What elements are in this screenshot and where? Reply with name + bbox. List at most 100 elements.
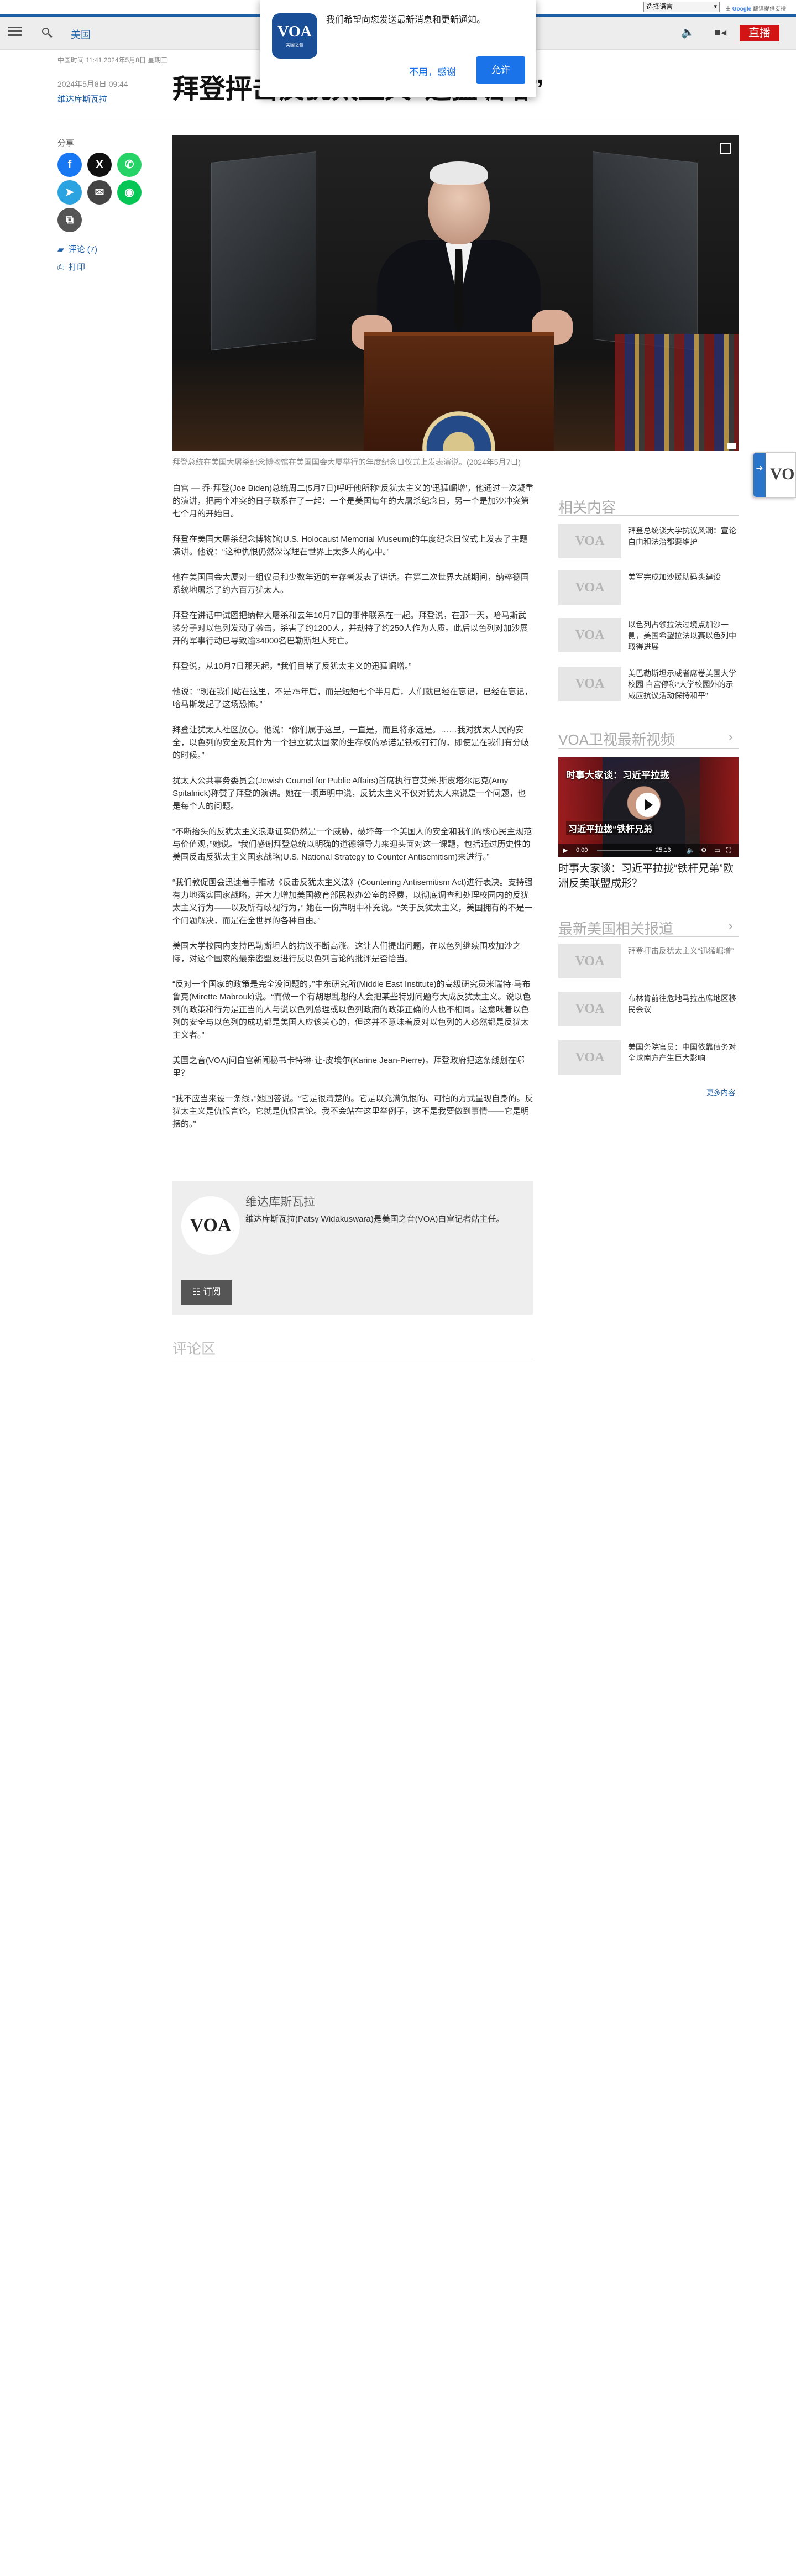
voa-logo: VOA	[770, 465, 795, 483]
video-banner: 时事大家谈：习近平拉拢	[566, 770, 669, 781]
paragraph: “我们敦促国会迅速着手推动《反击反犹太主义法》(Countering Antis…	[172, 878, 533, 925]
photo-caption: 拜登总统在美国大屠杀纪念博物馆在美国国会大厦举行的年度纪念日仪式上发表演说。(2…	[172, 458, 521, 467]
thumbnail: VOA	[558, 667, 621, 701]
paragraph: 美国之音(VOA)问白宫新闻秘书卡特琳·让-皮埃尔(Karine Jean-Pi…	[172, 1056, 525, 1078]
caption-toggle-icon[interactable]	[727, 443, 736, 449]
print-link[interactable]: ⎙ 打印	[57, 261, 85, 273]
fullscreen-icon[interactable]: ⛶	[726, 846, 731, 855]
video-heading[interactable]: VOA卫视最新视频	[558, 729, 675, 749]
floating-side-tab[interactable]: ➜ VOA	[753, 452, 796, 498]
video-progress[interactable]	[597, 850, 652, 851]
related-item[interactable]: VOA 拜登总统谈大学抗议风潮：宣论自由和法治都要维护	[558, 524, 739, 559]
video-banner-lower: 习近平拉拢“铁杆兄弟	[566, 821, 655, 835]
paragraph: 拜登在美国大屠杀纪念博物馆(U.S. Holocaust Memorial Mu…	[172, 535, 528, 557]
paragraph: 白宫 — 乔·拜登(Joe Biden)总统周二(5月7日)呼吁他所称“反犹太主…	[172, 484, 534, 519]
arrow-right-icon[interactable]: ➜	[753, 453, 766, 497]
comments-link[interactable]: ▰ 评论 (7)	[57, 243, 97, 255]
related-item-title: 拜登总统谈大学抗议风潮：宣论自由和法治都要维护	[628, 526, 736, 546]
translate-label: 翻译	[753, 6, 764, 12]
latest-heading[interactable]: 最新美国相关报道	[558, 918, 673, 938]
powered-suffix: 提供支持	[764, 6, 787, 12]
related-item-title: 美军完成加沙援助码头建设	[628, 573, 721, 582]
google-translate-credit[interactable]: 由 Google 翻译提供支持	[725, 4, 786, 12]
video-player[interactable]: 时事大家谈：习近平拉拢 习近平拉拢“铁杆兄弟 ▶ 0:00 25:13 🔈 ⚙ …	[558, 757, 739, 857]
publish-date: 2024年5月8日 09:44	[57, 80, 128, 88]
thumbnail: VOA	[558, 992, 621, 1026]
rss-icon: ☷	[192, 1287, 203, 1297]
dateline: 中国时间 11:41 2024年5月8日 星期三	[57, 56, 168, 64]
hero-photo	[172, 135, 739, 451]
volume-icon[interactable]: 🔈	[687, 846, 695, 854]
latest-item[interactable]: VOA 拜登抨击反犹太主义“迅猛崛增”	[558, 944, 739, 980]
related-divider	[558, 515, 739, 516]
print-icon: ⎙	[57, 263, 65, 272]
related-heading: 相关内容	[558, 499, 616, 516]
related-item-title: 以色列占领拉法过境点加沙一侧，美国希望拉法以赛以色列中取得进展	[628, 620, 736, 651]
live-button[interactable]: 直播	[740, 25, 779, 41]
facebook-share-icon[interactable]: f	[57, 153, 82, 177]
fullscreen-icon[interactable]	[720, 143, 731, 154]
comments-label: 评论 (7)	[68, 245, 98, 254]
video-camera-icon[interactable]: ■◂	[714, 25, 726, 39]
play-small-icon[interactable]: ▶	[563, 846, 568, 854]
push-notification-prompt: VOA 美国之音 我们希望向您发送最新消息和更新通知。 不用，感谢 允许	[260, 0, 536, 97]
video-divider	[558, 748, 739, 749]
paragraph: 他在美国国会大厦对一组议员和少数年迈的幸存者发表了讲话。在第二次世界大战期间，纳…	[172, 573, 530, 595]
paragraph: 拜登在讲话中试图把纳粹大屠杀和去年10月7日的事件联系在一起。拜登说，在那一天，…	[172, 611, 528, 646]
video-time-total: 25:13	[656, 847, 671, 854]
menu-icon[interactable]	[8, 27, 22, 39]
related-item[interactable]: VOA 美巴勒斯坦示威者席卷美国大学校园 白宫停称“大学校园外的示威应抗议活动保…	[558, 667, 739, 702]
whatsapp-share-icon[interactable]: ✆	[117, 153, 142, 177]
deny-button[interactable]: 不用，感谢	[409, 64, 456, 78]
subscribe-button[interactable]: ☷ 订阅	[181, 1280, 232, 1305]
section-link[interactable]: 美国	[71, 27, 91, 41]
comments-heading: 评论区	[172, 1341, 216, 1357]
pip-icon[interactable]: ▭	[714, 846, 720, 854]
latest-item[interactable]: VOA 美国务院官员：中国依靠债务对全球南方产生巨大影响	[558, 1040, 739, 1076]
author-bio: 维达库斯瓦拉(Patsy Widakuswara)是美国之音(VOA)白宫记者站…	[245, 1214, 505, 1224]
email-share-icon[interactable]: ✉	[87, 180, 112, 205]
related-item[interactable]: VOA 美军完成加沙援助码头建设	[558, 570, 739, 606]
paragraph: 他说：“现在我们站在这里，不是75年后，而是短短七个半月后，人们就已经在忘记，已…	[172, 687, 533, 709]
thumbnail: VOA	[558, 570, 621, 605]
chevron-right-icon[interactable]: ›	[729, 730, 732, 744]
paragraph: 美国大学校园内支持巴勒斯坦人的抗议不断高涨。这让人们提出问题，在以色列继续围攻加…	[172, 941, 521, 964]
language-select[interactable]: 选择语言	[643, 2, 720, 12]
video-controls: ▶ 0:00 25:13 🔈 ⚙ ▭ ⛶	[558, 844, 739, 857]
copy-link-icon[interactable]: ⧉	[57, 208, 82, 232]
x-share-icon[interactable]: X	[87, 153, 112, 177]
video-title[interactable]: 时事大家谈：习近平拉拢“铁杆兄弟”欧洲反美联盟成形？	[558, 861, 739, 891]
author-name[interactable]: 维达库斯瓦拉	[245, 1193, 315, 1210]
logo-subtext: 美国之音	[286, 43, 303, 48]
latest-divider	[558, 936, 739, 937]
latest-item[interactable]: VOA 布林肯前往危地马拉出席地区移民会议	[558, 992, 739, 1027]
author-avatar: VOA	[181, 1196, 240, 1255]
paragraph: 拜登说，从10月7日那天起，“我们目睹了反犹太主义的迅猛崛增。”	[172, 662, 412, 671]
thumbnail: VOA	[558, 618, 621, 652]
latest-item-title: 拜登抨击反犹太主义“迅猛崛增”	[628, 946, 734, 955]
settings-icon[interactable]: ⚙	[701, 846, 707, 854]
logo-text: VOA	[277, 23, 312, 40]
play-icon[interactable]	[636, 793, 660, 817]
chevron-right-icon[interactable]: ›	[729, 919, 732, 933]
author-link[interactable]: 维达库斯瓦拉	[57, 93, 107, 104]
comment-icon: ▰	[57, 245, 64, 254]
paragraph: “我不应当来设一条线，”她回答说。“它是很清楚的。它是以充满仇恨的、可怕的方式呈…	[172, 1094, 533, 1129]
print-label: 打印	[69, 263, 86, 272]
video-time-current: 0:00	[576, 847, 588, 854]
line-share-icon[interactable]: ◉	[117, 180, 142, 205]
share-label: 分享	[57, 139, 75, 148]
paragraph: “反对一个国家的政策是完全没问题的，”中东研究所(Middle East Ins…	[172, 980, 531, 1040]
related-item[interactable]: VOA 以色列占领拉法过境点加沙一侧，美国希望拉法以赛以色列中取得进展	[558, 618, 739, 653]
audio-icon[interactable]: 🔈	[681, 25, 695, 39]
search-icon[interactable]	[40, 25, 54, 40]
paragraph: “不断抬头的反犹太主义浪潮证实仍然是一个威胁，破坏每一个美国人的安全和我们的核心…	[172, 827, 532, 862]
more-link[interactable]: 更多内容	[706, 1087, 735, 1097]
powered-prefix: 由	[725, 6, 731, 12]
paragraph: 拜登让犹太人社区放心。他说：“你们属于这里，一直是，而且将永远是。……我对犹太人…	[172, 725, 530, 760]
author-box: VOA 维达库斯瓦拉 维达库斯瓦拉(Patsy Widakuswara)是美国之…	[172, 1181, 533, 1315]
allow-button[interactable]: 允许	[476, 56, 525, 84]
telegram-share-icon[interactable]: ➤	[57, 180, 82, 205]
latest-item-title: 美国务院官员：中国依靠债务对全球南方产生巨大影响	[628, 1043, 736, 1062]
paragraph: 犹太人公共事务委员会(Jewish Council for Public Aff…	[172, 776, 526, 811]
